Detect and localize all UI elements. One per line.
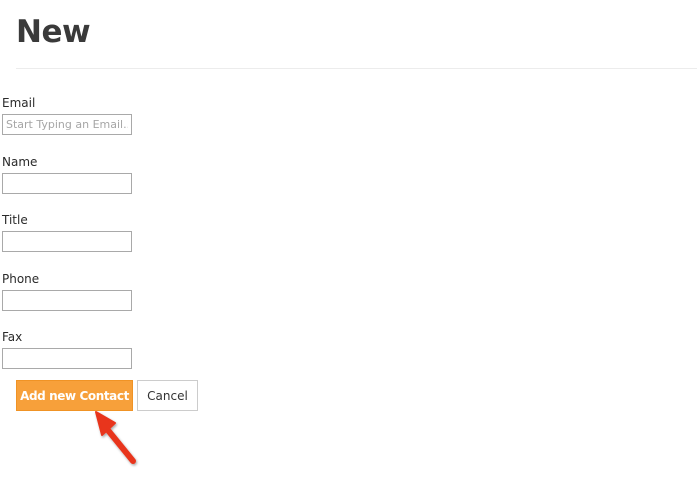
cancel-button[interactable]: Cancel [137, 380, 198, 411]
fax-field[interactable] [2, 348, 132, 369]
fax-field-group: Fax [2, 330, 142, 369]
phone-field[interactable] [2, 290, 132, 311]
title-label: Title [2, 213, 28, 227]
page-title: New [16, 14, 91, 50]
title-divider [16, 68, 697, 69]
phone-label: Phone [2, 272, 40, 286]
name-field-group: Name [2, 155, 142, 194]
email-field-group: Email [2, 96, 142, 135]
title-field[interactable] [2, 231, 132, 252]
name-label: Name [2, 155, 38, 169]
phone-field-group: Phone [2, 272, 142, 311]
fax-label: Fax [2, 330, 23, 344]
email-field[interactable] [2, 114, 132, 135]
name-field[interactable] [2, 173, 132, 194]
title-field-group: Title [2, 213, 142, 252]
email-label: Email [2, 96, 36, 110]
red-arrow-icon [95, 411, 136, 464]
